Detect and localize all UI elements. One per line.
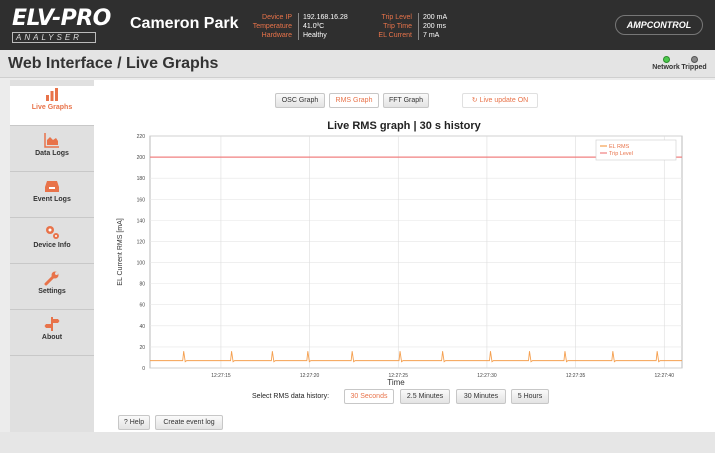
history-5-hours-button[interactable]: 5 Hours (511, 389, 549, 404)
y-tick-label: 80 (139, 282, 145, 288)
tripped-status-dot-icon (690, 56, 698, 63)
x-tick-label: 12:27:20 (300, 373, 320, 379)
sidebar-item-label: Settings (38, 288, 66, 295)
sidebar-item-label: Event Logs (33, 196, 71, 203)
elv-pro-logo: ELV-PRO ANALYSER (12, 6, 112, 43)
el-current-value: 7 mA (423, 32, 440, 39)
refresh-icon: ↻ (471, 97, 480, 104)
y-tick-label: 180 (137, 176, 146, 182)
y-tick-label: 40 (139, 324, 145, 330)
create-event-log-button[interactable]: Create event log (155, 415, 223, 430)
app-window: ELV-PRO ANALYSER Cameron Park Device IP … (0, 0, 715, 453)
inbox-icon (45, 181, 59, 192)
network-status-dot-icon (662, 56, 670, 63)
y-axis-label: EL Current RMS [mA] (117, 218, 124, 285)
legend-label-trip-level: Trip Level (609, 151, 633, 157)
help-button[interactable]: ? Help (118, 415, 150, 430)
status-key: EL Current (378, 32, 412, 39)
page-footer (0, 432, 715, 453)
sidebar-item-settings[interactable]: Settings (10, 270, 94, 310)
y-tick-label: 160 (137, 197, 146, 203)
wrench-icon (44, 271, 59, 286)
x-tick-label: 12:27:35 (566, 373, 586, 379)
live-update-label: Live update ON (479, 97, 529, 104)
sidebar-item-event-logs[interactable]: Event Logs (10, 178, 94, 218)
cogs-icon (46, 226, 59, 239)
plot-area (149, 135, 683, 369)
y-tick-label: 0 (142, 366, 145, 372)
legend-label-el-rms: EL RMS (609, 144, 630, 150)
y-tick-label: 220 (137, 134, 146, 140)
area-chart-icon (44, 133, 59, 148)
site-name: Cameron Park (130, 15, 239, 32)
y-tick-label: 200 (137, 155, 146, 161)
logo-text: ELV-PRO (12, 6, 111, 31)
tab-osc-graph[interactable]: OSC Graph (275, 93, 325, 108)
status-key: Device IP (262, 14, 292, 21)
x-tick-label: 12:27:15 (211, 373, 231, 379)
status-key: Trip Level (381, 14, 412, 21)
sidebar-item-data-logs[interactable]: Data Logs (10, 132, 94, 172)
y-tick-label: 100 (137, 261, 146, 267)
tripped-label: Tripped (681, 64, 707, 71)
top-header: ELV-PRO ANALYSER Cameron Park Device IP … (0, 0, 715, 50)
status-key: Hardware (261, 32, 292, 39)
sidebar-item-device-info[interactable]: Device Info (10, 224, 94, 264)
history-2-5-minutes-button[interactable]: 2.5 Minutes (400, 389, 450, 404)
logo-subtext: ANALYSER (12, 32, 96, 43)
history-30-minutes-button[interactable]: 30 Minutes (456, 389, 506, 404)
trip-level-value: 200 mA (423, 14, 448, 21)
history-30-seconds-button[interactable]: 30 Seconds (344, 389, 394, 404)
sidebar-nav: Live Graphs Data Logs Event Logs Device … (10, 80, 94, 432)
status-key: Trip Time (383, 23, 412, 30)
page-title: Web Interface / Live Graphs (8, 55, 219, 72)
status-key: Temperature (252, 23, 292, 30)
tripped-indicator: Tripped (674, 56, 714, 71)
y-tick-label: 120 (137, 239, 146, 245)
main-content: OSC Graph RMS Graph FFT Graph ↻ Live upd… (94, 80, 715, 432)
y-tick-label: 140 (137, 218, 146, 224)
tab-rms-graph[interactable]: RMS Graph (329, 93, 379, 108)
chart-legend (595, 139, 677, 161)
sidebar-item-about[interactable]: About (10, 316, 94, 356)
history-label: Select RMS data history: (252, 393, 330, 400)
y-tick-label: 60 (139, 303, 145, 309)
sidebar-item-label: About (41, 334, 63, 341)
x-axis-label: Time (387, 378, 405, 387)
sidebar-item-label: Data Logs (35, 150, 69, 157)
bar-chart-icon (46, 88, 58, 101)
tab-fft-graph[interactable]: FFT Graph (383, 93, 429, 108)
ampcontrol-logo: AMPCONTROL (615, 15, 703, 35)
sidebar-item-label: Device Info (33, 242, 71, 249)
x-tick-label: 12:27:30 (477, 373, 497, 379)
x-tick-label: 12:27:40 (655, 373, 675, 379)
trip-time-value: 200 ms (423, 23, 446, 30)
signpost-icon (44, 317, 60, 331)
sidebar-item-label: Live Graphs (31, 104, 73, 111)
rms-chart: 0 20 40 60 80 100 120 140 160 180 200 220 12:27:15 12… (117, 134, 683, 387)
live-update-toggle[interactable]: ↻ Live update ON (462, 93, 538, 108)
sidebar-item-live-graphs[interactable]: Live Graphs (10, 86, 94, 126)
title-bar: Web Interface / Live Graphs Network Trip… (0, 50, 715, 78)
y-tick-label: 20 (139, 345, 145, 351)
